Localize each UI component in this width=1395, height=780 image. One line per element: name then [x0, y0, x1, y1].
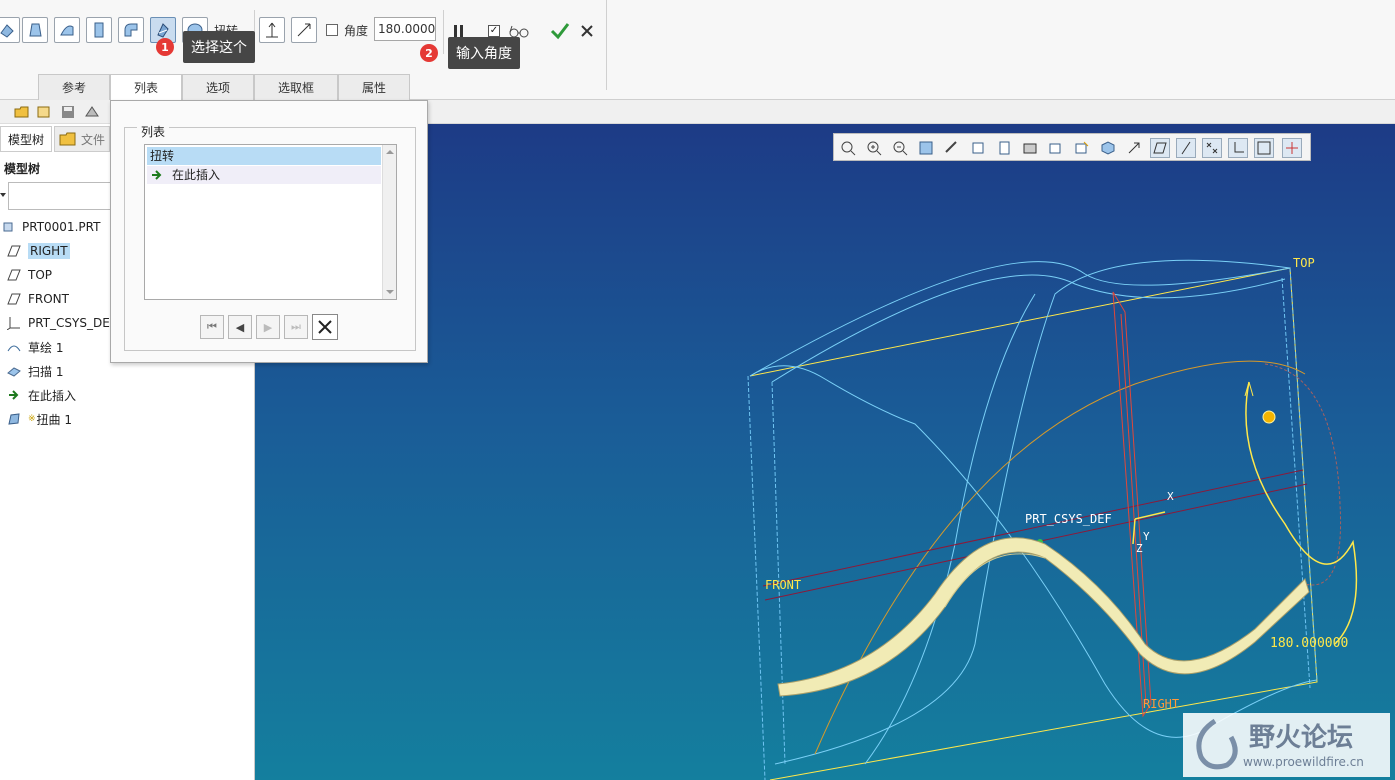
callout-badge-1: 1	[156, 38, 174, 56]
filter-dropdown-icon[interactable]	[0, 187, 6, 197]
callout-select-this: 选择这个	[183, 31, 255, 63]
part-icon	[0, 220, 16, 234]
csys-icon	[6, 316, 22, 330]
feature-list: 扭转 在此插入	[144, 144, 397, 300]
pause-icon[interactable]	[452, 24, 466, 38]
tree-filter-input[interactable]	[8, 182, 112, 210]
angle-dimension[interactable]: 180.000000	[1270, 636, 1348, 651]
datum-plane-icon	[6, 244, 22, 258]
tree-item-front[interactable]: FRONT	[6, 289, 69, 309]
list-item-insert-here[interactable]: 在此插入	[147, 166, 381, 184]
preview-checkbox-icon[interactable]: ✓	[488, 25, 500, 37]
scroll-up-icon	[386, 150, 394, 154]
tree-item-csys[interactable]: PRT_CSYS_DEF	[6, 313, 117, 333]
insert-arrow-icon	[6, 388, 22, 402]
label-right: RIGHT	[1143, 697, 1180, 711]
watermark-title: 野火论坛	[1249, 723, 1354, 753]
angle-label: 角度	[344, 24, 369, 38]
save-icon[interactable]	[60, 104, 76, 120]
label-front: FRONT	[765, 578, 802, 592]
sketch-icon	[6, 340, 22, 354]
list-panel-popup: 列表 扭转 在此插入 ⏮ ◀ ▶ ⏭	[110, 100, 428, 363]
perspective-icon[interactable]	[1046, 138, 1066, 158]
bend-2-icon[interactable]	[118, 17, 144, 43]
tree-item-insert-here[interactable]: 在此插入	[6, 385, 76, 405]
watermark-url: www.proewildfire.cn	[1243, 755, 1364, 769]
display-style-icon[interactable]	[968, 138, 988, 158]
close-list-icon[interactable]	[312, 314, 338, 340]
axis-display-icon[interactable]	[1176, 138, 1196, 158]
ok-check-icon[interactable]	[549, 20, 571, 42]
callout-enter-angle: 输入角度	[448, 37, 520, 69]
first-item-icon[interactable]: ⏮	[200, 315, 224, 339]
tree-item-sweep[interactable]: 扫描 1	[6, 361, 63, 381]
bend-icon[interactable]	[54, 17, 80, 43]
tree-item-sketch[interactable]: 草绘 1	[6, 337, 63, 357]
folder-icon	[59, 132, 76, 146]
watermark-logo-icon	[1196, 718, 1238, 770]
rotate-feature-icon[interactable]	[0, 17, 20, 43]
diagonal-direction-icon[interactable]	[291, 17, 317, 43]
settings-icon[interactable]	[36, 104, 52, 120]
callout-badge-2: 2	[420, 44, 438, 62]
tree-item-part[interactable]: PRT0001.PRT	[0, 217, 100, 237]
next-item-icon[interactable]: ▶	[256, 315, 280, 339]
taper-icon[interactable]	[22, 17, 48, 43]
label-x: X	[1167, 490, 1174, 503]
datum-plane-icon	[6, 292, 22, 306]
view-toolbar	[833, 133, 1311, 161]
label-z: Z	[1136, 542, 1143, 555]
label-y: Y	[1143, 530, 1150, 543]
plane-display-icon[interactable]	[1150, 138, 1170, 158]
point-display-icon[interactable]	[1202, 138, 1222, 158]
watermark: 野火论坛 www.proewildfire.cn	[1183, 713, 1390, 777]
scroll-down-icon	[386, 290, 394, 294]
model-tree-header: 模型树	[4, 162, 41, 176]
tab-list[interactable]: 列表	[110, 74, 182, 100]
angle-input[interactable]	[374, 17, 436, 41]
datum-plane-icon	[6, 268, 22, 282]
tab-properties[interactable]: 属性	[338, 74, 410, 100]
axis-direction-icon[interactable]	[259, 17, 285, 43]
zoom-out-icon[interactable]	[890, 138, 910, 158]
tree-item-top[interactable]: TOP	[6, 265, 52, 285]
annotations-toggle-icon[interactable]	[1282, 138, 1302, 158]
saved-views-icon[interactable]	[994, 138, 1014, 158]
tree-item-right[interactable]: RIGHT	[6, 241, 70, 261]
insert-arrow-icon	[152, 170, 162, 180]
label-csys: PRT_CSYS_DEF	[1025, 512, 1112, 526]
last-item-icon[interactable]: ⏭	[284, 315, 308, 339]
angle-checkbox[interactable]	[326, 24, 338, 36]
cube-icon[interactable]	[1098, 138, 1118, 158]
tree-item-warp[interactable]: ※ 扭曲 1	[6, 409, 72, 429]
list-item-twist[interactable]: 扭转	[147, 147, 381, 165]
list-group-title: 列表	[137, 123, 170, 140]
tab-references[interactable]: 参考	[38, 74, 110, 100]
view-manager-icon[interactable]	[1020, 138, 1040, 158]
warp-icon	[6, 412, 22, 426]
tab-options[interactable]: 选项	[182, 74, 254, 100]
reorient-icon[interactable]	[942, 138, 962, 158]
spin-center-icon[interactable]	[1072, 138, 1092, 158]
cancel-x-icon[interactable]	[580, 24, 594, 38]
label-top: TOP	[1293, 256, 1315, 270]
tab-files[interactable]: 文件	[54, 126, 110, 152]
zoom-in-icon[interactable]	[864, 138, 884, 158]
spin-center-display-icon[interactable]	[1254, 138, 1274, 158]
show-icon[interactable]	[84, 104, 100, 120]
stretch-icon[interactable]	[86, 17, 112, 43]
sweep-icon	[6, 364, 22, 378]
refit-icon[interactable]	[838, 138, 858, 158]
open-icon[interactable]	[14, 104, 30, 120]
annotation-display-icon[interactable]	[1124, 138, 1144, 158]
graphics-icon-strip	[425, 100, 1395, 124]
tab-model-tree[interactable]: 模型树	[0, 126, 52, 152]
tab-marquee[interactable]: 选取框	[254, 74, 338, 100]
csys-display-icon[interactable]	[1228, 138, 1248, 158]
list-scrollbar[interactable]	[382, 145, 396, 299]
repaint-icon[interactable]	[916, 138, 936, 158]
previous-item-icon[interactable]: ◀	[228, 315, 252, 339]
